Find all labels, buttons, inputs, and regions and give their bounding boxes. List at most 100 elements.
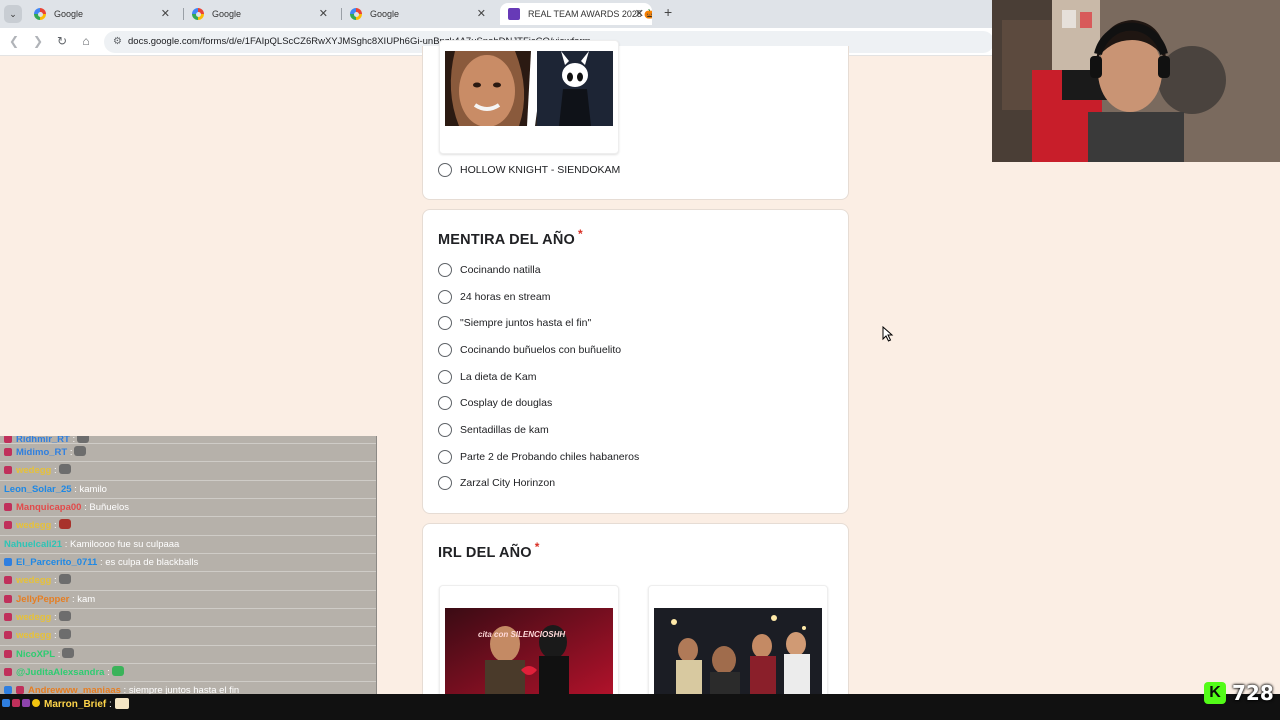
required-asterisk: * [534,540,540,554]
back-icon[interactable]: ❮ [6,34,22,48]
chat-message: El_Parcerito_0711 : es culpa de blackbal… [0,553,376,571]
question-card-mentira [422,209,849,514]
close-tab-icon[interactable]: ✕ [477,3,486,25]
tab-search-button[interactable]: ⌄ [4,5,22,23]
option-thumbnail-image [445,608,613,698]
chat-separator: : [67,447,73,458]
webcam-feed-image [992,0,1280,162]
radio-option[interactable]: Sentadillas de kam [438,420,549,440]
radio-icon[interactable] [438,316,452,330]
chat-badge-icon [4,521,12,529]
home-icon[interactable]: ⌂ [78,34,94,48]
chat-message: wedegg : [0,626,376,644]
chat-separator: : [51,612,57,623]
chat-username: El_Parcerito_0711 [16,557,98,568]
kick-logo-icon: K [1204,682,1226,704]
radio-icon[interactable] [438,450,452,464]
chat-emote-icon [58,519,71,529]
chat-username: @JuditaAlexsandra [16,667,105,678]
chat-emote-icon [111,666,124,676]
webcam-overlay [992,0,1280,162]
radio-option-hollow-knight[interactable]: HOLLOW KNIGHT - SIENDOKAM [438,160,620,180]
radio-icon[interactable] [438,343,452,357]
chat-badge-icon [4,631,12,639]
chat-emote-icon [58,611,71,621]
thumbnail-caption: cita con SILENCIOSHH [478,630,566,639]
chat-message: Leon_Solar_25 : kamilo [0,480,376,498]
chat-separator: : [69,594,75,605]
radio-icon[interactable] [438,476,452,490]
radio-icon[interactable] [438,263,452,277]
chat-badge-icon [4,576,12,584]
reload-icon[interactable]: ↻ [54,34,70,48]
chat-message: Midimo_RT : [0,443,376,461]
chat-username: NicoXPL [16,649,56,660]
radio-option[interactable]: 24 horas en stream [438,287,550,307]
option-image-tile[interactable] [439,40,619,154]
google-favicon [192,8,204,20]
chat-separator: : [71,484,77,495]
site-settings-icon[interactable]: ⚙ [113,31,122,53]
chat-text: kam [77,594,96,605]
chat-message: NicoXPL : [0,645,376,663]
option-label: Cosplay de douglas [460,397,553,409]
stream-bottom-bar: Marron_Brief : [0,694,1280,720]
viewer-count-widget: K 728 [1204,680,1274,706]
google-favicon [350,8,362,20]
option-label: Parte 2 de Probando chiles habaneros [460,451,640,463]
chat-badge-icon [2,699,10,707]
chat-badge-icon [12,699,20,707]
radio-option[interactable]: Cosplay de douglas [438,393,552,413]
chat-badge-icon [4,503,12,511]
chat-badge-icon [4,436,12,443]
radio-icon[interactable] [438,370,452,384]
radio-option[interactable]: Parte 2 de Probando chiles habaneros [438,447,639,467]
chat-message: Andrewww_maniaas : siempre juntos hasta … [0,681,376,694]
tab-google-3[interactable]: Google ✕ [342,3,494,25]
chat-username: Nahuelcali21 [4,539,63,550]
chat-emote-icon [58,574,71,584]
forward-icon[interactable]: ❯ [30,34,46,48]
radio-option[interactable]: Zarzal City Horinzon [438,473,555,493]
option-label: HOLLOW KNIGHT - SIENDOKAM [460,164,621,176]
radio-icon[interactable] [438,290,452,304]
chat-username: wedegg [16,465,52,476]
radio-option[interactable]: "Siempre juntos hasta el fin" [438,313,591,333]
chat-badge-icon [4,686,12,694]
chat-message: @JuditaAlexsandra : [0,663,376,681]
chat-username: JellyPepper [16,594,70,605]
chat-username: wedegg [16,612,52,623]
close-tab-icon[interactable]: ✕ [319,3,328,25]
chat-message: wedegg : [0,461,376,479]
radio-option[interactable]: Cocinando natilla [438,260,541,280]
chat-badge-icon [4,650,12,658]
radio-icon[interactable] [438,163,452,177]
radio-option[interactable]: La dieta de Kam [438,367,536,387]
google-favicon [34,8,46,20]
tab-google-1[interactable]: Google ✕ [26,3,178,25]
chat-separator: : [120,685,127,694]
radio-option[interactable]: Cocinando buñuelos con buñuelito [438,340,621,360]
option-label: Cocinando buñuelos con buñuelito [460,344,622,356]
chat-text: siempre juntos hasta el fin [128,685,240,694]
chat-emote-icon [114,698,129,709]
chat-separator: : [51,520,57,531]
close-tab-icon[interactable]: ✕ [635,3,644,25]
stream-chat-overlay: Ridhmir_RT : Midimo_RT : wedegg : Leon_S… [0,436,377,694]
chat-emote-icon [58,629,71,639]
option-label: "Siempre juntos hasta el fin" [460,317,592,329]
close-tab-icon[interactable]: ✕ [161,3,170,25]
chat-username: wedegg [16,520,52,531]
chat-message: JellyPepper : kam [0,590,376,608]
new-tab-button[interactable]: + [664,4,672,20]
chat-badge-icon [22,699,30,707]
tab-real-team-awards[interactable]: REAL TEAM AWARDS 2025 🎃 ✕ [500,3,652,25]
radio-icon[interactable] [438,396,452,410]
option-label: La dieta de Kam [460,371,537,383]
radio-icon[interactable] [438,423,452,437]
viewer-count: 728 [1232,681,1274,705]
chat-separator: : [51,575,57,586]
tab-google-2[interactable]: Google ✕ [184,3,336,25]
chat-text: Kamiloooo fue su culpaaa [70,539,180,550]
tab-title: Google [370,9,400,19]
